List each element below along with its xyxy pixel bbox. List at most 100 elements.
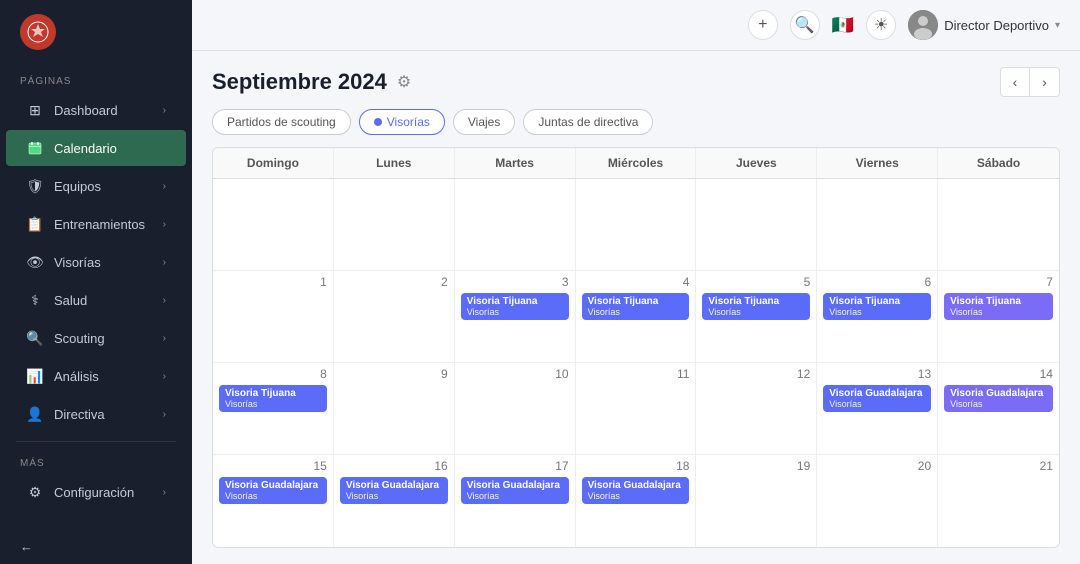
event-title: Visoria Guadalajara	[588, 480, 684, 491]
event-badge[interactable]: Visoria TijuanaVisorías	[702, 293, 810, 320]
calendar-cell-r2-c4[interactable]: 12	[696, 363, 817, 454]
event-badge[interactable]: Visoria TijuanaVisorías	[944, 293, 1053, 320]
next-icon: ›	[1042, 74, 1047, 90]
event-title: Visoria Guadalajara	[467, 480, 563, 491]
event-badge[interactable]: Visoria TijuanaVisorías	[461, 293, 569, 320]
sidebar-item-visorias[interactable]: 👁 Visorías ›	[6, 244, 186, 280]
event-badge[interactable]: Visoria TijuanaVisorías	[582, 293, 690, 320]
sidebar-item-analisis[interactable]: 📊 Análisis ›	[6, 358, 186, 394]
calendar-cell-r2-c5[interactable]: 13Visoria GuadalajaraVisorías	[817, 363, 938, 454]
sidebar-item-scouting[interactable]: 🔍 Scouting ›	[6, 320, 186, 356]
search-button[interactable]: 🔍	[790, 10, 820, 40]
event-badge[interactable]: Visoria GuadalajaraVisorías	[944, 385, 1053, 412]
calendar-cell-r0-c2[interactable]	[455, 179, 576, 270]
calendar-title: Septiembre 2024 ⚙	[212, 69, 411, 95]
event-title: Visoria Tijuana	[225, 388, 321, 399]
calendar-nav: ‹ ›	[1000, 67, 1060, 97]
sidebar-divider	[16, 441, 176, 442]
filter-tab-juntas[interactable]: Juntas de directiva	[523, 109, 653, 135]
event-badge[interactable]: Visoria GuadalajaraVisorías	[340, 477, 448, 504]
salud-icon: ⚕	[26, 291, 44, 309]
chevron-equipos: ›	[163, 181, 166, 192]
sidebar-item-entrenamientos[interactable]: 📋 Entrenamientos ›	[6, 206, 186, 242]
event-title: Visoria Tijuana	[467, 296, 563, 307]
flag-icon[interactable]: 🇲🇽	[832, 15, 854, 36]
cell-date: 9	[340, 367, 448, 381]
event-title: Visoria Guadalajara	[950, 388, 1047, 399]
event-badge[interactable]: Visoria TijuanaVisorías	[219, 385, 327, 412]
calendar-cell-r0-c5[interactable]	[817, 179, 938, 270]
add-button[interactable]: +	[748, 10, 778, 40]
calendar-cell-r2-c0[interactable]: 8Visoria TijuanaVisorías	[213, 363, 334, 454]
visorias-icon: 👁	[26, 253, 44, 271]
event-badge[interactable]: Visoria GuadalajaraVisorías	[823, 385, 931, 412]
calendar-cell-r2-c6[interactable]: 14Visoria GuadalajaraVisorías	[938, 363, 1059, 454]
event-badge[interactable]: Visoria TijuanaVisorías	[823, 293, 931, 320]
chevron-salud: ›	[163, 295, 166, 306]
calendar-row-1: 123Visoria TijuanaVisorías4Visoria Tijua…	[213, 271, 1059, 363]
filter-tab-visorias[interactable]: Visorías	[359, 109, 445, 135]
more-section-label: MÁS	[0, 450, 192, 473]
calendar-row-0	[213, 179, 1059, 271]
calendar-cell-r1-c1[interactable]: 2	[334, 271, 455, 362]
calendar-cell-r3-c5[interactable]: 20	[817, 455, 938, 547]
cell-date: 5	[702, 275, 810, 289]
theme-button[interactable]: ☀	[866, 10, 896, 40]
pages-section-label: PÁGINAS	[0, 64, 192, 91]
event-badge[interactable]: Visoria GuadalajaraVisorías	[461, 477, 569, 504]
calendar-cell-r3-c2[interactable]: 17 Visoria GuadalajaraVisorías	[455, 455, 576, 547]
sidebar-label-salud: Salud	[54, 293, 87, 308]
calendar-cell-r1-c5[interactable]: 6 Visoria TijuanaVisorías	[817, 271, 938, 362]
calendar-cell-r0-c3[interactable]	[576, 179, 697, 270]
sidebar-item-dashboard[interactable]: ⊞ Dashboard ›	[6, 92, 186, 128]
chevron-scouting: ›	[163, 333, 166, 344]
calendar-settings-button[interactable]: ⚙	[397, 72, 411, 92]
calendar-cell-r0-c1[interactable]	[334, 179, 455, 270]
calendar-cell-r1-c6[interactable]: 7Visoria TijuanaVisorías	[938, 271, 1059, 362]
calendar-prev-button[interactable]: ‹	[1000, 67, 1030, 97]
calendar-cell-r3-c3[interactable]: 18Visoria GuadalajaraVisorías	[576, 455, 697, 547]
cell-date: 17	[461, 459, 569, 473]
calendar-cell-r2-c1[interactable]: 9	[334, 363, 455, 454]
sidebar-label-visorias: Visorías	[54, 255, 101, 270]
calendar-cell-r1-c2[interactable]: 3 Visoria TijuanaVisorías	[455, 271, 576, 362]
event-sub: Visorías	[225, 491, 321, 501]
event-badge[interactable]: Visoria GuadalajaraVisorías	[219, 477, 327, 504]
filter-label-viajes: Viajes	[468, 115, 500, 129]
sidebar-item-configuracion[interactable]: ⚙ Configuración ›	[6, 474, 186, 510]
sidebar-item-equipos[interactable]: 🛡 Equipos ›	[6, 168, 186, 204]
filter-tab-viajes[interactable]: Viajes	[453, 109, 515, 135]
cell-date: 3	[461, 275, 569, 289]
calendar-cell-r1-c0[interactable]: 1	[213, 271, 334, 362]
user-menu[interactable]: Director Deportivo ▾	[908, 10, 1060, 40]
chevron-configuracion: ›	[163, 487, 166, 498]
sidebar-item-directiva[interactable]: 👤 Directiva ›	[6, 396, 186, 432]
sidebar-collapse-btn[interactable]: ←	[0, 529, 192, 564]
calendar-cell-r3-c0[interactable]: 15Visoria GuadalajaraVisorías	[213, 455, 334, 547]
sidebar-item-calendario[interactable]: Calendario	[6, 130, 186, 166]
cell-date: 6	[823, 275, 931, 289]
calendar-next-button[interactable]: ›	[1030, 67, 1060, 97]
calendar-cell-r0-c4[interactable]	[696, 179, 817, 270]
calendar-cell-r2-c3[interactable]: 11	[576, 363, 697, 454]
sidebar-label-analisis: Análisis	[54, 369, 99, 384]
calendar-cell-r1-c3[interactable]: 4Visoria TijuanaVisorías	[576, 271, 697, 362]
calendar-cell-r3-c4[interactable]: 19	[696, 455, 817, 547]
event-sub: Visorías	[950, 307, 1047, 317]
event-title: Visoria Tijuana	[829, 296, 925, 307]
calendar-cell-r0-c0[interactable]	[213, 179, 334, 270]
filter-tab-partidos[interactable]: Partidos de scouting	[212, 109, 351, 135]
equipos-icon: 🛡	[26, 177, 44, 195]
sidebar-item-salud[interactable]: ⚕ Salud ›	[6, 282, 186, 318]
calendar-cell-r1-c4[interactable]: 5 Visoria TijuanaVisorías	[696, 271, 817, 362]
avatar	[908, 10, 938, 40]
calendar-cell-r2-c2[interactable]: 10	[455, 363, 576, 454]
calendar-cell-r0-c6[interactable]	[938, 179, 1059, 270]
calendar-cell-r3-c6[interactable]: 21	[938, 455, 1059, 547]
prev-icon: ‹	[1013, 74, 1018, 90]
chevron-analisis: ›	[163, 371, 166, 382]
event-sub: Visorías	[467, 491, 563, 501]
event-badge[interactable]: Visoria GuadalajaraVisorías	[582, 477, 690, 504]
calendar-cell-r3-c1[interactable]: 16Visoria GuadalajaraVisorías	[334, 455, 455, 547]
cell-date: 1	[219, 275, 327, 289]
